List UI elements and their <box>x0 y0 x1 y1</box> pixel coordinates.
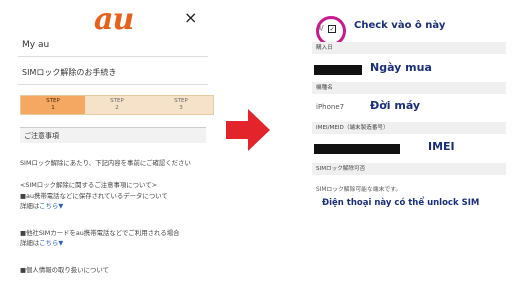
sim-unlock-status-value: SIMロック解除可能な端末です。 <box>316 187 402 193</box>
details-line: 詳細はこちら▼ <box>20 202 63 211</box>
redacted-imei <box>314 144 400 154</box>
imei-label: IMEI/MEID（端末製造番号） <box>312 122 506 134</box>
imei-annotation: IMEI <box>428 140 455 153</box>
details-link[interactable]: こちら▼ <box>39 239 63 247</box>
step-number: 1 <box>51 105 55 111</box>
arrow-right-icon <box>226 109 270 151</box>
redacted-purchase-date <box>314 65 362 75</box>
close-icon[interactable]: × <box>184 10 197 26</box>
check-annotation: Check vào ô này <box>354 20 446 31</box>
details-line: 詳細はこちら▼ <box>20 239 63 248</box>
page-title: SIMロック解除のお手続き <box>22 68 117 77</box>
caution-header: ご注意事項 <box>20 127 206 143</box>
sim-unlock-status-label: SIMロック解除可否 <box>312 163 506 175</box>
details-link[interactable]: こちら▼ <box>39 202 63 210</box>
my-au-label[interactable]: My au <box>22 40 49 50</box>
step-indicator: STEP 1 STEP 2 STEP 3 <box>20 95 214 115</box>
other-sim-notice-item: ■他社SIMカードをau携帯電話などでご利用される場合 <box>20 229 180 237</box>
intro-text: SIMロック解除にあたり、下記内容を事前にご確認ください <box>20 159 191 167</box>
model-label: 機種名 <box>312 82 506 94</box>
purchase-date-label: 購入日 <box>312 42 506 54</box>
step-number: 2 <box>115 105 119 111</box>
step-label: STEP <box>46 98 60 104</box>
step-2: STEP 2 <box>85 96 149 114</box>
details-prefix: 詳細は <box>20 239 40 247</box>
step-number: 3 <box>179 105 183 111</box>
details-prefix: 詳細は <box>20 202 40 210</box>
step-label: STEP <box>110 98 124 104</box>
step-label: STEP <box>174 98 188 104</box>
notice-heading: <SIMロック解除に関するご注意事項について> <box>20 181 158 189</box>
data-notice-item: ■au携帯電話などに保存されているデータについて <box>20 192 168 200</box>
model-annotation: Đời máy <box>370 99 421 112</box>
divider <box>18 56 208 57</box>
unlock-annotation: Điện thoại này có thể unlock SIM <box>322 198 480 208</box>
step-1: STEP 1 <box>21 96 85 114</box>
model-value: iPhone7 <box>316 103 345 111</box>
step-3: STEP 3 <box>149 96 213 114</box>
privacy-notice-item: ■個人情報の取り扱いについて <box>20 266 109 274</box>
purchase-date-annotation: Ngày mua <box>370 61 432 74</box>
au-sim-unlock-screen: au × My au SIMロック解除のお手続き STEP 1 STEP 2 S… <box>0 0 222 294</box>
divider <box>18 84 208 85</box>
au-logo: au <box>94 2 134 37</box>
